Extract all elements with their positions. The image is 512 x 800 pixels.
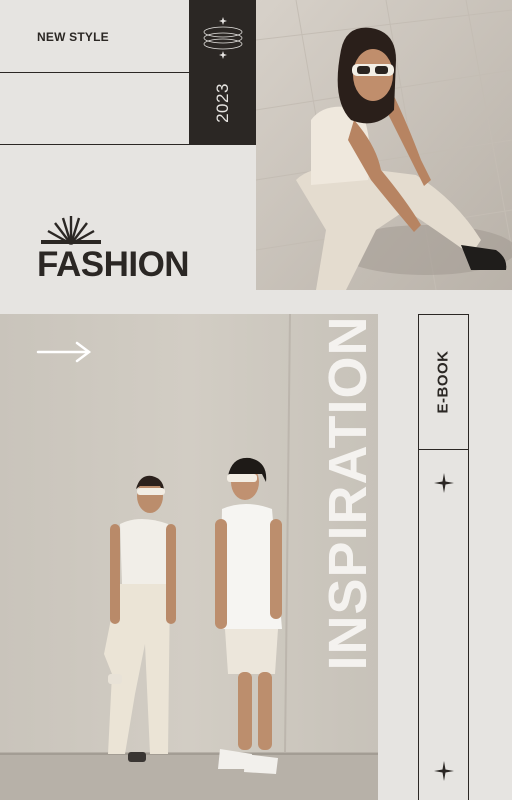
divider-line	[0, 144, 190, 145]
sparkle-icon	[434, 761, 454, 781]
inspiration-headline: INSPIRATION	[318, 315, 378, 671]
divider-line	[0, 72, 190, 73]
ebook-cover: NEW STYLE 2023 FASHION INSPIRATION E-BOO…	[0, 0, 512, 800]
arrow-right-icon	[36, 341, 92, 363]
orbit-icon	[203, 17, 243, 59]
ebook-column	[418, 450, 469, 800]
year-label: 2023	[213, 83, 232, 123]
new-style-tag: NEW STYLE	[37, 30, 109, 44]
brand-title: FASHION	[37, 245, 190, 284]
ebook-label: E-BOOK	[434, 350, 452, 414]
sparkle-icon	[434, 473, 454, 493]
hero-photo-seated-model	[256, 0, 512, 290]
sunburst-icon	[41, 216, 101, 246]
